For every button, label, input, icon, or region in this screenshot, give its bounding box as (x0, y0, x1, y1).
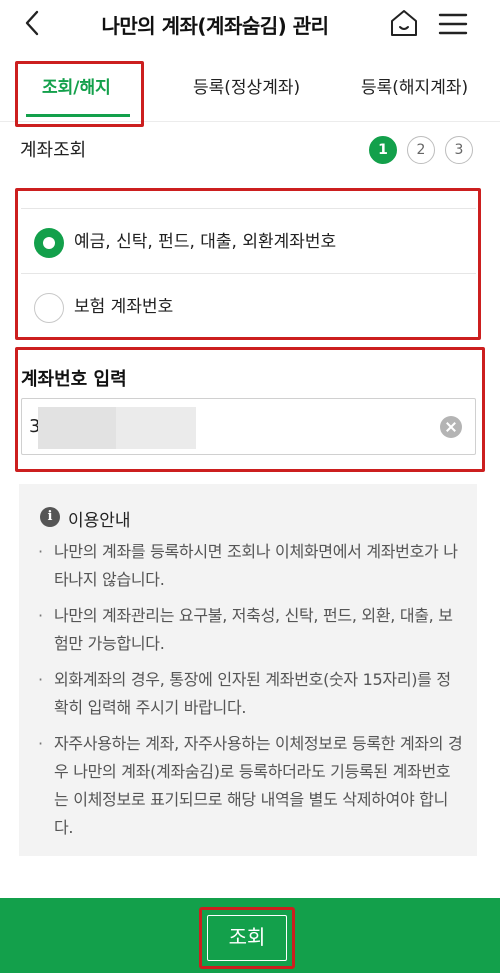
masked-area-dark (38, 407, 116, 449)
notice-item: · 나만의 계좌를 등록하시면 조회나 이체화면에서 계좌번호가 나타나지 않습… (38, 538, 463, 594)
usage-notice: i 이용안내 · 나만의 계좌를 등록하시면 조회나 이체화면에서 계좌번호가 … (19, 484, 477, 856)
inquiry-button[interactable]: 조회 (199, 907, 295, 969)
tab-register-normal[interactable]: 등록(정상계좌) (193, 56, 300, 122)
page-title: 나만의 계좌(계좌숨김) 관리 (101, 14, 329, 38)
radio-unchecked-icon[interactable] (34, 293, 64, 323)
account-number-input[interactable]: 3 (21, 398, 476, 455)
app-header: 나만의 계좌(계좌숨김) 관리 (0, 0, 500, 48)
tab-register-closed[interactable]: 등록(해지계좌) (361, 56, 468, 122)
radio-label-insurance: 보험 계좌번호 (74, 297, 174, 317)
radio-checked-icon[interactable] (34, 228, 64, 258)
notice-item: · 나만의 계좌관리는 요구불, 저축성, 신탁, 펀드, 외환, 대출, 보험… (38, 602, 463, 658)
home-icon[interactable] (388, 7, 420, 39)
info-icon: i (40, 507, 60, 527)
step-3: 3 (445, 136, 473, 164)
notice-text: 나만의 계좌를 등록하시면 조회나 이체화면에서 계좌번호가 나타나지 않습니다… (54, 542, 458, 589)
notice-text: 외화계좌의 경우, 통장에 인자된 계좌번호(숫자 15자리)를 정확히 입력해… (54, 670, 451, 717)
bullet-dot: · (38, 542, 43, 561)
step-2: 2 (407, 136, 435, 164)
radio-option-deposit[interactable]: 예금, 신탁, 펀드, 대출, 외환계좌번호 (21, 209, 476, 273)
account-number-label: 계좌번호 입력 (21, 369, 127, 390)
tab-bar: 조회/해지 등록(정상계좌) 등록(해지계좌) (0, 56, 500, 122)
bullet-dot: · (38, 670, 43, 689)
chevron-left-icon[interactable] (18, 8, 48, 38)
radio-option-insurance[interactable]: 보험 계좌번호 (21, 273, 476, 337)
notice-item: · 자주사용하는 계좌, 자주사용하는 이체정보로 등록한 계좌의 경우 나만의… (38, 730, 463, 842)
hamburger-menu-icon[interactable] (436, 8, 470, 40)
active-tab-indicator (26, 114, 130, 117)
tab-inquiry-cancel[interactable]: 조회/해지 (42, 56, 111, 122)
account-type-radio-group: 예금, 신탁, 펀드, 대출, 외환계좌번호 보험 계좌번호 (21, 208, 476, 336)
step-1: 1 (369, 136, 397, 164)
inquiry-button-label: 조회 (207, 915, 287, 961)
bullet-dot: · (38, 734, 43, 753)
bullet-dot: · (38, 606, 43, 625)
clear-icon[interactable] (440, 416, 462, 438)
notice-item: · 외화계좌의 경우, 통장에 인자된 계좌번호(숫자 15자리)를 정확히 입… (38, 666, 463, 722)
section-title: 계좌조회 (20, 140, 87, 161)
notice-text: 자주사용하는 계좌, 자주사용하는 이체정보로 등록한 계좌의 경우 나만의 계… (54, 734, 463, 837)
radio-label-deposit: 예금, 신탁, 펀드, 대출, 외환계좌번호 (74, 232, 337, 252)
notice-text: 나만의 계좌관리는 요구불, 저축성, 신탁, 펀드, 외환, 대출, 보험만 … (54, 606, 453, 653)
notice-title: 이용안내 (68, 511, 131, 531)
